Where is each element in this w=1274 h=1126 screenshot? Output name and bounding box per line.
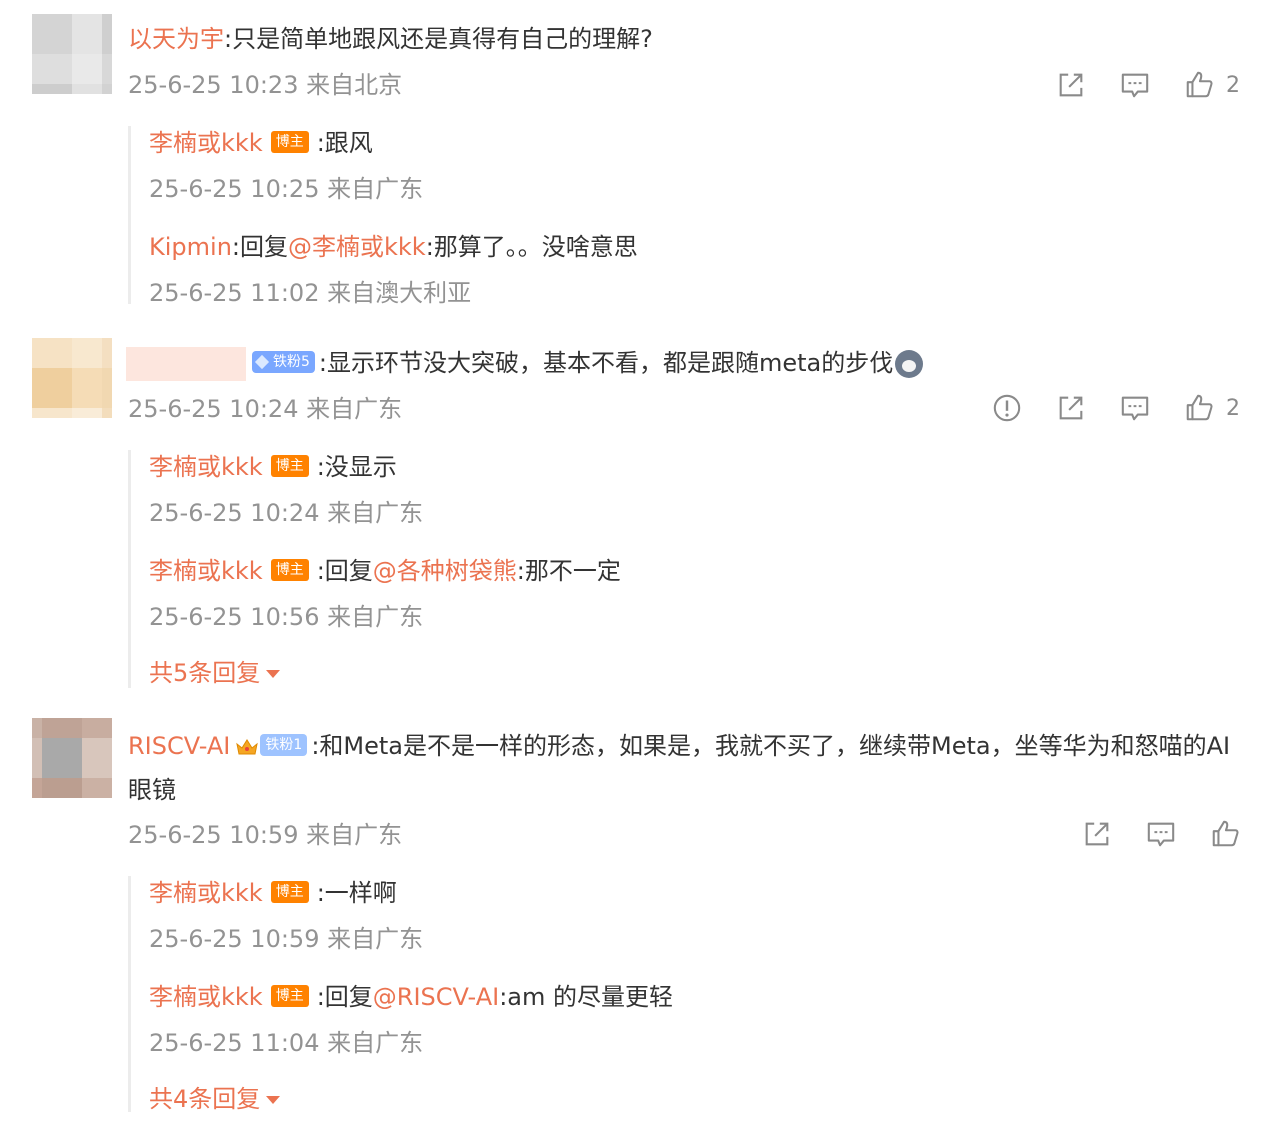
comment-icon (1120, 393, 1150, 423)
reply-username[interactable]: 李楠或kkk (149, 129, 263, 157)
comment-username[interactable]: RISCV-AI (128, 732, 230, 760)
reply-meta: 25-6-25 10:25 来自广东 (149, 175, 424, 203)
reply-text-line: 李楠或kkk 博主 :一样啊 (149, 876, 423, 910)
reply-username[interactable]: 李楠或kkk (149, 983, 263, 1011)
reply-mention[interactable]: @李楠或kkk (288, 233, 426, 261)
comment-button[interactable] (1120, 393, 1150, 423)
reply-username[interactable]: 李楠或kkk (149, 879, 263, 907)
comment-text-line: 铁粉5:显示环节没大突破，基本不看，都是跟随meta的步伐 (126, 346, 924, 381)
comment-text-line: RISCV-AI 铁粉1:和Meta是不是一样的形态，如果是，我就不买了，继续带M… (128, 724, 1238, 812)
comment-button[interactable] (1120, 70, 1150, 100)
comment-meta: 25-6-25 10:23 来自北京 (128, 71, 403, 99)
reply-text-line: 李楠或kkk 博主 :没显示 (149, 450, 423, 484)
reply-text: :am 的尽量更轻 (499, 983, 673, 1011)
more-replies-link[interactable]: 共5条回复 (149, 656, 281, 690)
reply-meta: 25-6-25 11:02 来自澳大利亚 (149, 279, 472, 307)
reply-text: :一样啊 (316, 879, 397, 907)
comment-text-line: 以天为宇:只是简单地跟风还是真得有自己的理解? (128, 22, 653, 56)
comment-actions (1052, 817, 1240, 851)
like-icon (1210, 819, 1240, 849)
more-replies-link[interactable]: 共4条回复 (149, 1082, 281, 1116)
reply-username[interactable]: Kipmin (149, 233, 232, 261)
fan-badge: 铁粉5 (252, 351, 315, 373)
share-button[interactable] (1056, 393, 1086, 423)
reply-text-line: 李楠或kkk 博主 :回复@RISCV-AI:am 的尽量更轻 (149, 980, 673, 1014)
reply-username[interactable]: 李楠或kkk (149, 557, 263, 585)
comment-icon (1120, 70, 1150, 100)
comment-text: :只是简单地跟风还是真得有自己的理解? (224, 25, 653, 53)
host-badge: 博主 (270, 455, 309, 477)
avatar[interactable] (32, 338, 112, 418)
like-button[interactable] (1210, 819, 1240, 849)
host-badge: 博主 (270, 559, 309, 581)
like-button[interactable]: 2 (1184, 70, 1240, 100)
comment-text: :显示环节没大突破，基本不看，都是跟随meta的步伐 (318, 349, 894, 377)
share-icon (1056, 393, 1086, 423)
host-badge: 博主 (270, 131, 309, 153)
reply-item: 李楠或kkk 博主 :回复@RISCV-AI:am 的尽量更轻 25-6-25 11… (149, 980, 673, 1060)
reply-text-line: Kipmin:回复@李楠或kkk:那算了。。没啥意思 (149, 230, 638, 264)
reply-thread: 李楠或kkk 博主 :没显示 25-6-25 10:24 来自广东 李楠或kkk 博主… (128, 450, 621, 688)
reply-text-line: 李楠或kkk 博主 :回复@各种树袋熊:那不一定 (149, 554, 621, 588)
share-icon (1056, 70, 1086, 100)
like-icon (1184, 393, 1214, 423)
comment-actions: 2 (962, 391, 1240, 425)
diamond-icon (254, 354, 270, 370)
reply-item: 李楠或kkk 博主 :跟风 25-6-25 10:25 来自广东 (149, 126, 423, 206)
caret-down-icon (266, 1096, 281, 1104)
like-count: 2 (1226, 72, 1240, 98)
comment-username[interactable]: 以天为宇 (128, 25, 224, 53)
reply-thread: 李楠或kkk 博主 :跟风 25-6-25 10:25 来自广东 Kipmin:回复… (128, 126, 638, 307)
reply-username[interactable]: 李楠或kkk (149, 453, 263, 481)
share-button[interactable] (1056, 70, 1086, 100)
comment-username[interactable] (126, 347, 246, 381)
reply-prefix: :回复 (316, 983, 373, 1011)
report-button[interactable] (992, 393, 1022, 423)
reply-thread: 李楠或kkk 博主 :一样啊 25-6-25 10:59 来自广东 李楠或kkk 博主… (128, 876, 673, 1113)
comment-actions: 2 (1026, 68, 1240, 102)
comment-button[interactable] (1146, 819, 1176, 849)
host-badge: 博主 (270, 881, 309, 903)
reply-item: 李楠或kkk 博主 :没显示 25-6-25 10:24 来自广东 (149, 450, 423, 530)
like-button[interactable]: 2 (1184, 393, 1240, 423)
avatar[interactable] (32, 14, 112, 94)
reply-item: 李楠或kkk 博主 :回复@各种树袋熊:那不一定 25-6-25 10:56 来自广… (149, 554, 621, 634)
caret-down-icon (266, 670, 281, 678)
reply-meta: 25-6-25 10:59 来自广东 (149, 925, 424, 953)
reply-item: Kipmin:回复@李楠或kkk:那算了。。没啥意思 25-6-25 11:02… (149, 230, 638, 310)
host-badge: 博主 (270, 985, 309, 1007)
dog-emoji-icon (895, 350, 924, 378)
reply-text: :那算了。。没啥意思 (425, 233, 638, 261)
reply-item: 李楠或kkk 博主 :一样啊 25-6-25 10:59 来自广东 (149, 876, 423, 956)
share-button[interactable] (1082, 819, 1112, 849)
reply-meta: 25-6-25 10:24 来自广东 (149, 499, 424, 527)
reply-meta: 25-6-25 10:56 来自广东 (149, 603, 424, 631)
fan-badge: 铁粉1 (260, 734, 308, 756)
reply-text: :跟风 (316, 129, 373, 157)
reply-text: :没显示 (316, 453, 397, 481)
reply-mention[interactable]: @各种树袋熊 (373, 557, 517, 585)
like-count: 2 (1226, 395, 1240, 421)
reply-meta: 25-6-25 11:04 来自广东 (149, 1029, 424, 1057)
comment-icon (1146, 819, 1176, 849)
reply-text-line: 李楠或kkk 博主 :跟风 (149, 126, 423, 160)
like-icon (1184, 70, 1214, 100)
reply-prefix: :回复 (231, 233, 288, 261)
report-icon (992, 393, 1022, 423)
crown-icon (236, 739, 259, 755)
avatar[interactable] (32, 718, 112, 798)
reply-mention[interactable]: @RISCV-AI (373, 983, 499, 1011)
reply-prefix: :回复 (316, 557, 373, 585)
reply-text: :那不一定 (516, 557, 621, 585)
comment-meta: 25-6-25 10:59 来自广东 (128, 821, 403, 849)
share-icon (1082, 819, 1112, 849)
comment-meta: 25-6-25 10:24 来自广东 (128, 395, 403, 423)
